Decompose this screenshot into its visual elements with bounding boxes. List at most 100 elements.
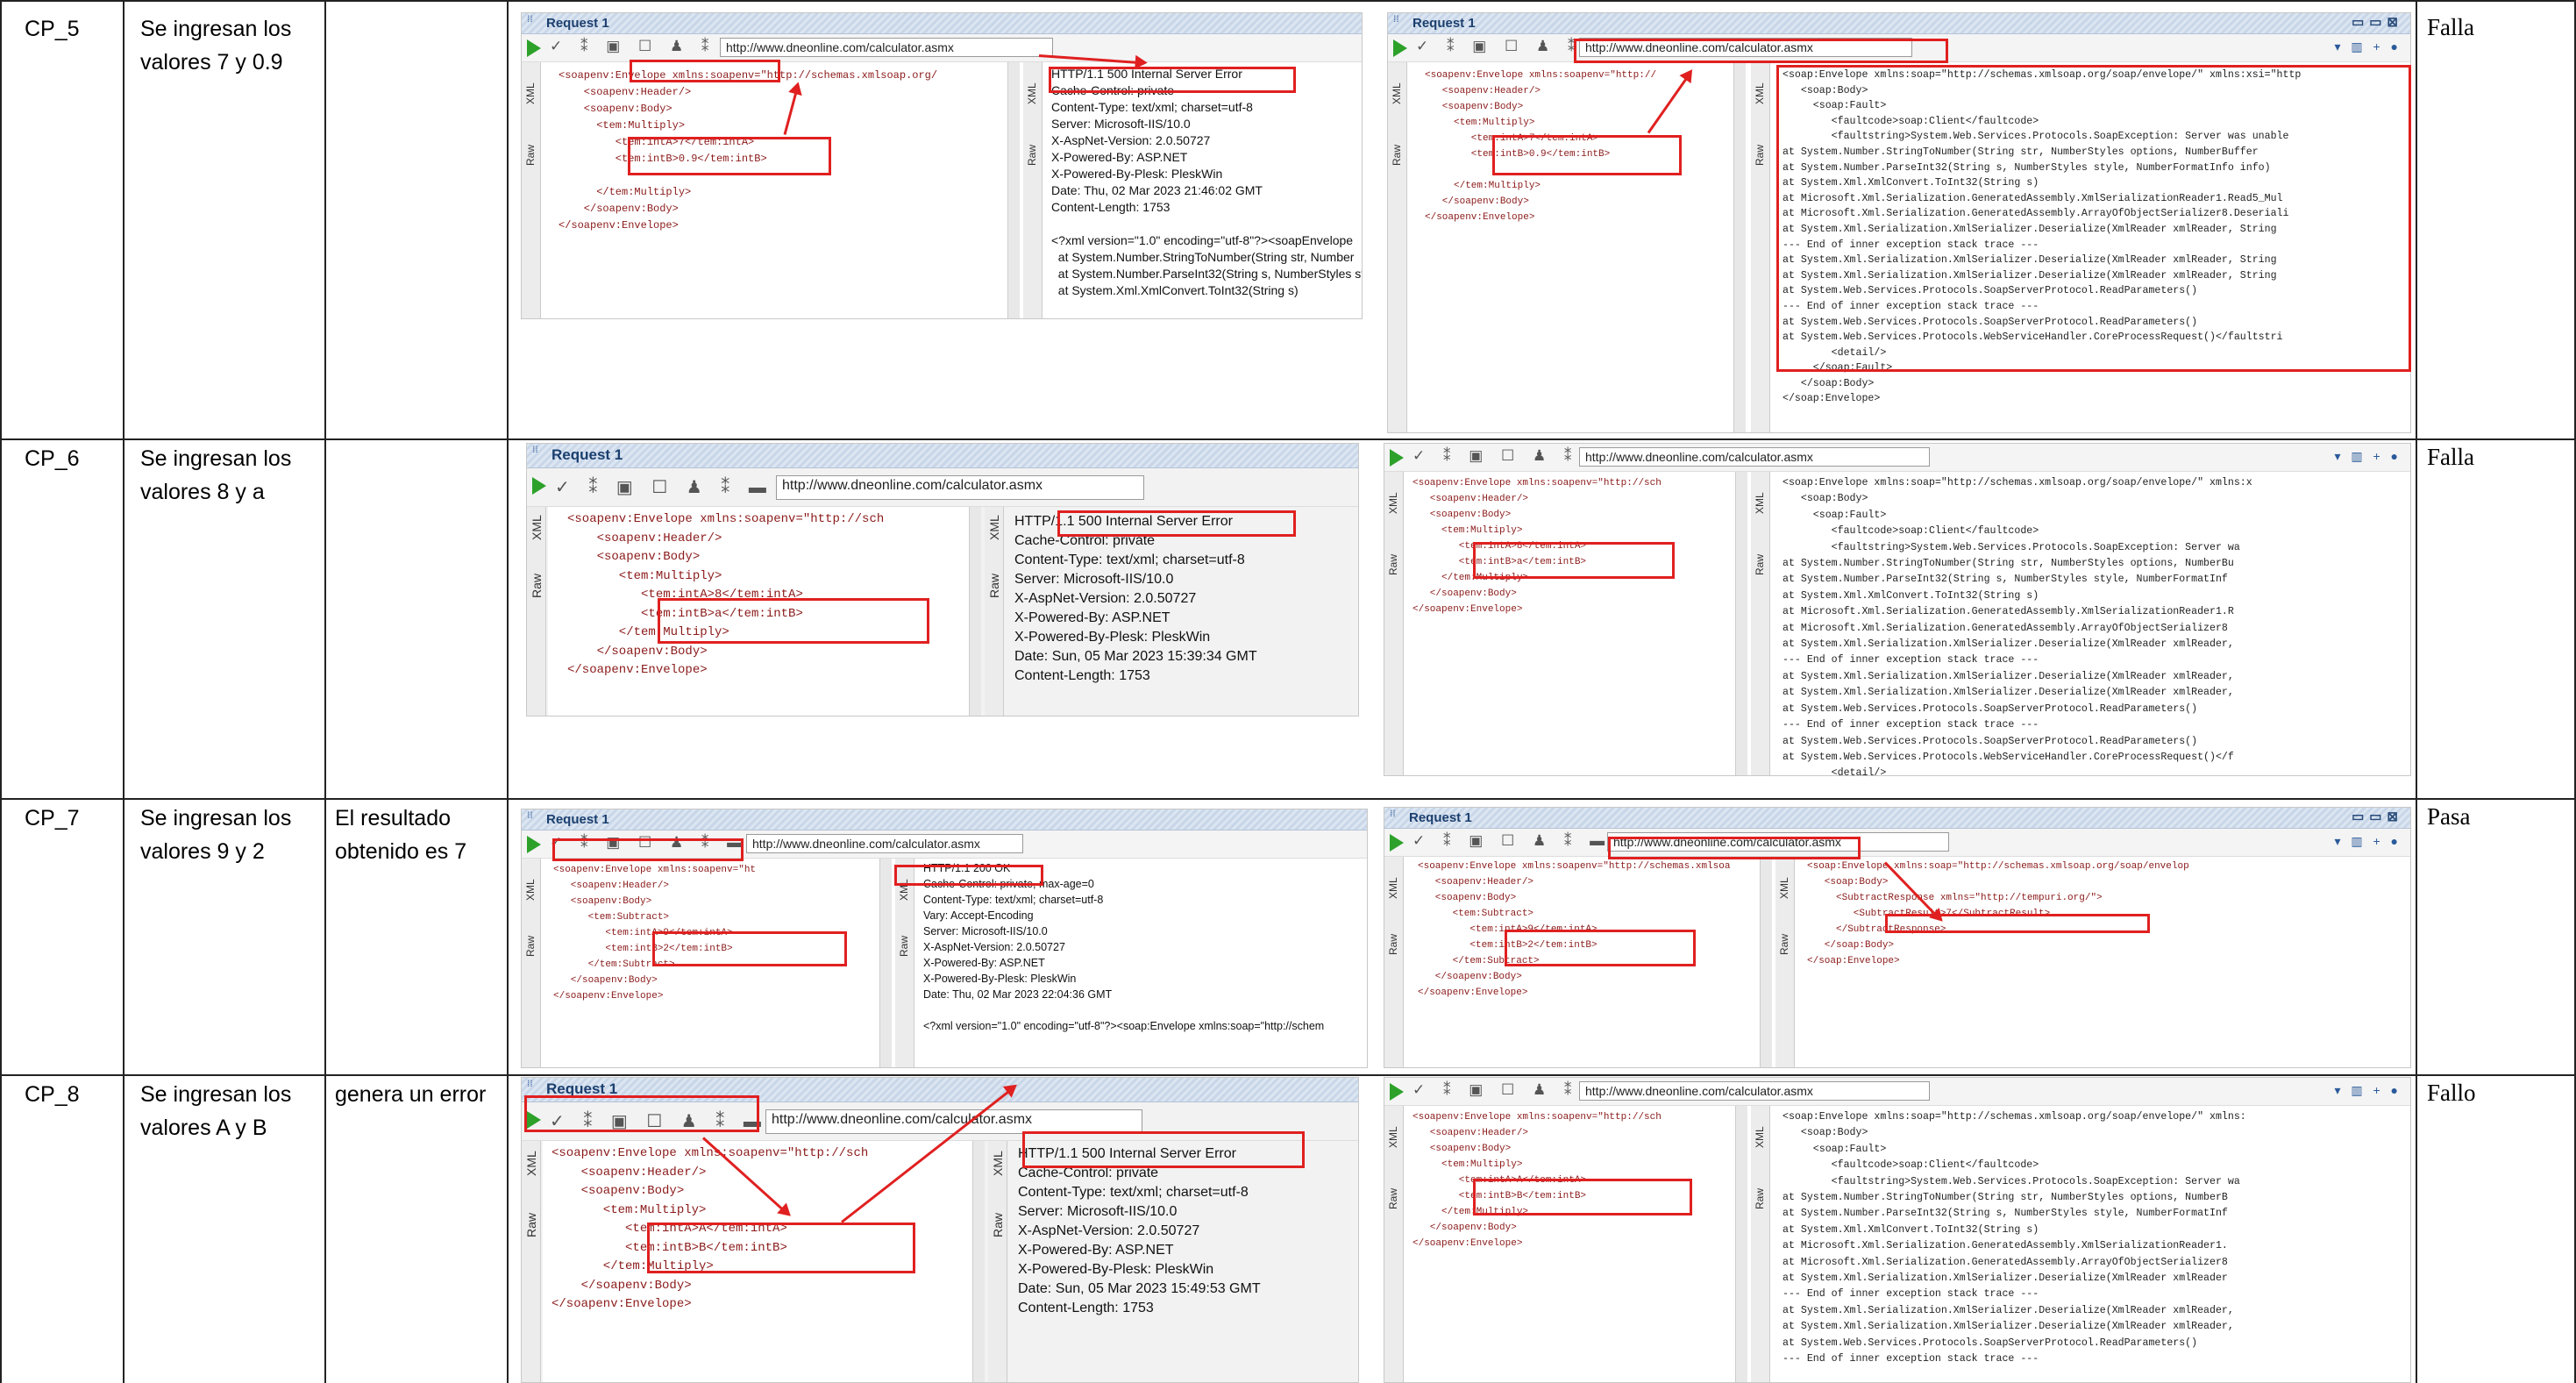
tab-raw[interactable]: Raw <box>1387 934 1399 955</box>
tab-raw[interactable]: Raw <box>1754 1188 1766 1209</box>
row-divider <box>0 0 2576 2</box>
tab-raw[interactable]: Raw <box>1778 934 1790 955</box>
soapui-icon: ⁞⁞ <box>532 446 538 455</box>
toolbar-right-icons[interactable]: ▾ ▥ + ● <box>2334 1083 2402 1098</box>
tab-xml[interactable]: XML <box>524 1151 538 1176</box>
window-title-bar: ⁞⁞ Request 1 <box>522 13 1362 34</box>
endpoint-url[interactable]: http://www.dneonline.com/calculator.asmx <box>746 834 1023 853</box>
tab-xml[interactable]: XML <box>1754 82 1766 104</box>
run-icon[interactable] <box>1390 449 1404 467</box>
scrollbar[interactable] <box>1735 472 1747 775</box>
tab-raw[interactable]: Raw <box>524 1213 538 1237</box>
tab-xml[interactable]: XML <box>1387 877 1399 899</box>
response-xml-pane[interactable]: <soap:Envelope xmlns:soap="http://schema… <box>1797 857 2410 1067</box>
scrollbar[interactable] <box>1735 1106 1747 1382</box>
test-case-table: CP_5 Se ingresan los valores 7 y 0.9 Fal… <box>0 0 2576 1383</box>
request-xml-pane[interactable]: <soapenv:Envelope xmlns:soapenv="http://… <box>1409 62 1733 432</box>
window-controls[interactable]: ▭▭⊠ <box>2352 809 2403 824</box>
soapui-icon: ⁞⁞ <box>527 15 533 25</box>
row-divider <box>0 1074 2576 1076</box>
scrollbar[interactable] <box>972 1141 985 1382</box>
toolbar-icons[interactable]: ✓ ⁑ ▣ ☐ ♟ ⁑ ▬ <box>555 476 773 498</box>
tab-raw[interactable]: Raw <box>987 574 1001 598</box>
toolbar-right-icons[interactable]: ▾ ▥ + ● <box>2334 39 2402 54</box>
window-controls[interactable]: ▭▭⊠ <box>2352 14 2403 30</box>
tab-raw[interactable]: Raw <box>1387 1188 1399 1209</box>
response-tabs: XML Raw <box>1023 62 1042 318</box>
run-icon[interactable] <box>527 836 541 853</box>
scrollbar[interactable] <box>1007 62 1020 318</box>
soapui-icon: ⁞⁞ <box>1390 809 1396 819</box>
run-icon[interactable] <box>527 39 541 57</box>
col-divider <box>2416 0 2417 1383</box>
col-divider <box>507 0 509 1383</box>
endpoint-url[interactable]: http://www.dneonline.com/calculator.asmx <box>1579 447 1930 467</box>
view-tabs: XML Raw <box>522 62 541 318</box>
tab-xml[interactable]: XML <box>1026 82 1038 104</box>
endpoint-url[interactable]: http://www.dneonline.com/calculator.asmx <box>720 38 1053 57</box>
request-toolbar: ✓ ⁑ ▣ ☐ ♟ ⁑ ▬ http://www.dneonline.com/c… <box>1384 444 2410 472</box>
response-raw-pane[interactable]: HTTP/1.1 500 Internal Server Error Cache… <box>1044 62 1362 318</box>
tab-raw[interactable]: Raw <box>530 574 544 598</box>
tab-raw[interactable]: Raw <box>1754 145 1766 166</box>
soapui-icon: ⁞⁞ <box>1393 15 1399 25</box>
scrollbar[interactable] <box>969 507 981 716</box>
response-raw-pane[interactable]: HTTP/1.1 200 OK Cache-Control: private, … <box>916 859 1367 1067</box>
col-divider <box>324 0 326 1383</box>
tab-xml[interactable]: XML <box>524 82 537 104</box>
soapui-request-window: ⁞⁞ Request 1 ✓ ⁑ ▣ ☐ ♟ ⁑ ▬ http://www.dne… <box>526 443 1359 716</box>
view-tabs: XML Raw <box>522 859 541 1067</box>
toolbar-icons[interactable]: ✓ ⁑ ▣ ☐ ♟ ⁑ ▬ <box>1413 832 1612 850</box>
response-xml: <soap:Envelope xmlns:soap="http://schema… <box>1783 477 2252 776</box>
tab-xml[interactable]: XML <box>1778 877 1790 899</box>
response-xml-pane[interactable]: <soap:Envelope xmlns:soap="http://schema… <box>1772 1106 2410 1382</box>
tab-raw[interactable]: Raw <box>991 1213 1005 1237</box>
response-xml-pane[interactable]: <soap:Envelope xmlns:soap="http://schema… <box>1772 472 2410 776</box>
tab-raw[interactable]: Raw <box>524 936 537 957</box>
response-raw-pane[interactable]: HTTP/1.1 500 Internal Server Error Cache… <box>1009 1141 1358 1382</box>
tab-xml[interactable]: XML <box>1387 1126 1399 1148</box>
scrollbar[interactable] <box>1733 62 1746 432</box>
scrollbar[interactable] <box>1760 857 1772 1067</box>
request-xml-pane[interactable]: <soapenv:Envelope xmlns:soapenv="http://… <box>1405 1106 1735 1382</box>
tab-xml[interactable]: XML <box>524 879 537 901</box>
case-description: Se ingresan los valores 7 y 0.9 <box>140 17 292 75</box>
tab-xml[interactable]: XML <box>1754 492 1766 514</box>
request-xml-pane[interactable]: <soapenv:Envelope xmlns:soapenv="http://… <box>1405 472 1735 775</box>
scrollbar[interactable] <box>879 859 892 1067</box>
toolbar-right-icons[interactable]: ▾ ▥ + ● <box>2334 834 2402 849</box>
endpoint-url[interactable]: http://www.dneonline.com/calculator.asmx <box>1579 1081 1930 1101</box>
response-raw-pane[interactable]: HTTP/1.1 500 Internal Server Error Cache… <box>1006 507 1358 716</box>
tab-raw[interactable]: Raw <box>1387 554 1399 575</box>
response-tabs: XML Raw <box>1751 62 1770 432</box>
endpoint-url[interactable]: http://www.dneonline.com/calculator.asmx <box>765 1109 1142 1134</box>
tab-xml[interactable]: XML <box>1387 492 1399 514</box>
tab-xml[interactable]: XML <box>1754 1126 1766 1148</box>
case-description: Se ingresan los valores 8 y a <box>140 446 292 504</box>
run-icon[interactable] <box>1390 1083 1404 1101</box>
response-tabs: XML Raw <box>895 859 914 1067</box>
run-icon[interactable] <box>1390 834 1404 852</box>
tab-xml[interactable]: XML <box>530 515 544 540</box>
tab-xml[interactable]: XML <box>991 1151 1005 1176</box>
toolbar-right-icons[interactable]: ▾ ▥ + ● <box>2334 449 2402 464</box>
tab-raw[interactable]: Raw <box>1026 145 1038 166</box>
highlight-box <box>652 931 847 966</box>
view-tabs: XML Raw <box>1384 857 1404 1067</box>
tab-xml[interactable]: XML <box>1391 82 1403 104</box>
view-tabs: XML Raw <box>1388 62 1407 432</box>
run-icon[interactable] <box>532 477 546 495</box>
tab-raw[interactable]: Raw <box>1391 145 1403 166</box>
tab-raw[interactable]: Raw <box>524 145 537 166</box>
run-icon[interactable] <box>1393 39 1407 57</box>
case-id: CP_7 <box>25 806 80 831</box>
highlight-box <box>1885 914 2150 933</box>
row-divider <box>0 438 2576 440</box>
highlight-box <box>552 838 744 861</box>
request-xml-pane[interactable]: <soapenv:Envelope xmlns:soapenv="http://… <box>543 62 1007 318</box>
tab-raw[interactable]: Raw <box>898 936 910 957</box>
endpoint-url[interactable]: http://www.dneonline.com/calculator.asmx <box>776 475 1144 500</box>
tab-raw[interactable]: Raw <box>1754 554 1766 575</box>
request-xml: <soapenv:Envelope xmlns:soapenv="http://… <box>567 512 885 677</box>
tab-xml[interactable]: XML <box>987 515 1001 540</box>
